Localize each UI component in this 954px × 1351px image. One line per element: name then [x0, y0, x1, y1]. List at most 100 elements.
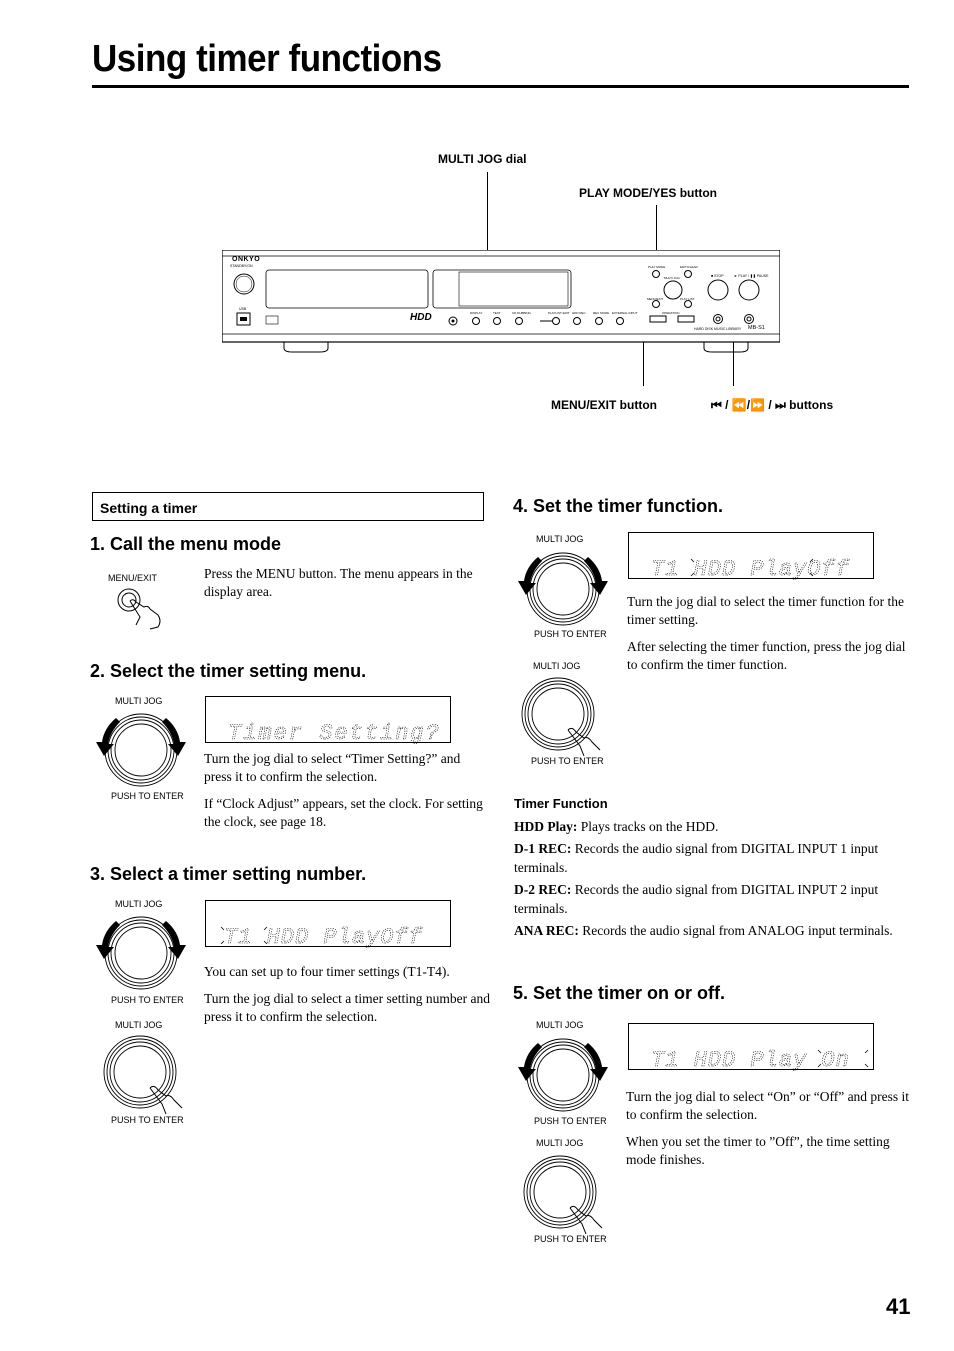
device-button-label: EXTERNAL INPUT: [612, 311, 638, 315]
lcd-string: Timer Setting?: [228, 721, 441, 744]
multi-jog-push-icon: [523, 1155, 603, 1235]
multi-jog-push-icon: [521, 677, 601, 757]
term: HDD Play:: [514, 819, 578, 834]
model-caption: HARD DISK MUSIC LIBRARY: [694, 327, 742, 331]
step-5-paragraph: When you set the timer to ”Off”, the tim…: [626, 1134, 890, 1167]
callout-play-mode-yes: PLAY MODE/YES button: [579, 186, 718, 200]
desc: Records the audio signal from ANALOG inp…: [578, 922, 893, 938]
step-2-text: Turn the jog dial to select “Timer Setti…: [204, 750, 486, 840]
step-3-text: You can set up to four timer settings (T…: [204, 963, 494, 1035]
lcd-display-timer-function: T1 HDD PlayOff: [628, 532, 874, 580]
lcd-text: T1 HDD Play On: [651, 1048, 869, 1071]
step-5-text: Turn the jog dial to select “On” or “Off…: [626, 1088, 916, 1178]
jog-label: MULTI JOG: [115, 899, 163, 909]
model-name: MB-S1: [748, 325, 765, 331]
multi-jog-rotate-icon: [96, 916, 186, 990]
timer-function-item: HDD Play: Plays tracks on the HDD.: [514, 817, 914, 837]
step-3-paragraph: Turn the jog dial to select a timer sett…: [204, 991, 490, 1024]
step-5-heading: 5. Set the timer on or off.: [513, 983, 726, 1003]
operation-label: OPERATION: [662, 311, 680, 315]
section-header-setting-a-timer: Setting a timer: [92, 492, 484, 521]
title-rule: [92, 85, 909, 88]
timer-function-item: ANA REC: Records the audio signal from A…: [514, 921, 914, 941]
usb-label: USB: [239, 307, 247, 311]
hdd-logo: HDD: [410, 312, 432, 323]
multi-jog-push-icon: [103, 1035, 183, 1115]
step-4-paragraph: Turn the jog dial to select the timer fu…: [627, 594, 904, 627]
lcd-display-timer-setting: Timer Setting?: [205, 696, 451, 744]
step-1-heading: 1. Call the menu mode: [90, 534, 282, 554]
multi-jog-label: MULTI JOG: [664, 276, 680, 280]
rotate-left-arrow-icon: [96, 921, 120, 959]
hand-press-icon: [569, 1205, 603, 1235]
step-4-heading: 4. Set the timer function.: [513, 496, 724, 516]
device-button-label: PLAYLIST EDIT: [548, 311, 570, 315]
rotate-right-arrow-icon: [162, 921, 186, 959]
section-heading: Setting a timer: [100, 500, 198, 516]
rotate-right-arrow-icon: [584, 1043, 608, 1081]
lcd-text: Timer Setting?: [228, 721, 441, 744]
step-1-text: Press the MENU button. The menu appears …: [204, 565, 484, 610]
lcd-display-timer-on-off: T1 HDD Play On: [628, 1023, 874, 1071]
term: ANA REC:: [514, 922, 579, 938]
step-1-paragraph: Press the MENU button. The menu appears …: [204, 566, 473, 599]
jog-caption: PUSH TO ENTER: [111, 995, 184, 1005]
device-button-label: CD DUBBING: [512, 311, 531, 315]
step-5-paragraph: Turn the jog dial to select “On” or “Off…: [626, 1089, 910, 1122]
device-button-label: REC MODE: [593, 311, 610, 315]
callout-menu-exit: MENU/EXIT button: [551, 398, 657, 412]
jog-caption: PUSH TO ENTER: [534, 1116, 607, 1126]
jog-label: MULTI JOG: [533, 661, 581, 671]
callout-skip-search: ⏮ / ⏪/⏩ / ⏭ buttons: [711, 398, 834, 412]
step-2-paragraph: If “Clock Adjust” appears, set the clock…: [204, 796, 483, 829]
step-2-paragraph: Turn the jog dial to select “Timer Setti…: [204, 751, 461, 784]
brand-logo: ONKYO: [232, 256, 261, 263]
step-4-paragraph: After selecting the timer function, pres…: [627, 639, 906, 672]
lcd-text: T1 HDD PlayOff: [651, 557, 850, 580]
play-list-label: PLAY LIST: [680, 297, 695, 301]
play-pause-label: ► PLAY / ❚❚ PAUSE: [734, 274, 769, 278]
hand-press-icon: [567, 727, 601, 757]
lcd-text: T1 HDD PlayOff: [220, 925, 422, 948]
step-3-paragraph: You can set up to four timer settings (T…: [204, 964, 450, 979]
lcd-string: T1 HDD PlayOff: [651, 557, 850, 580]
timer-function-list: HDD Play: Plays tracks on the HDD. D-1 R…: [514, 817, 914, 942]
jog-label: MULTI JOG: [536, 1020, 584, 1030]
multi-jog-rotate-icon: [518, 1038, 608, 1112]
jog-caption: PUSH TO ENTER: [534, 629, 607, 639]
device-button-label: DISPLAY: [470, 311, 483, 315]
jog-label: MULTI JOG: [536, 1138, 584, 1148]
page-number: 41: [886, 1294, 911, 1319]
timer-function-item: D-2 REC: Records the audio signal from D…: [514, 880, 914, 919]
stop-label: ■ STOP: [711, 274, 724, 278]
device-front-panel: ONKYO STANDBY/ON USB HDD DISPLAY TEXT CD…: [221, 249, 781, 353]
timer-function-item: D-1 REC: Records the audio signal from D…: [514, 839, 914, 878]
jog-caption: PUSH TO ENTER: [111, 791, 184, 801]
step-4-text: Turn the jog dial to select the timer fu…: [627, 593, 917, 683]
rotate-left-arrow-icon: [96, 718, 120, 756]
menu-exit-icon-label: MENU/EXIT: [108, 573, 158, 583]
standby-label: STANDBY/ON: [230, 264, 253, 268]
jog-label: MULTI JOG: [115, 696, 163, 706]
press-button-icon: [117, 588, 161, 630]
jog-caption: PUSH TO ENTER: [534, 1234, 607, 1244]
jog-caption: PUSH TO ENTER: [111, 1115, 184, 1125]
rotate-right-arrow-icon: [584, 557, 608, 595]
term: D-2 REC:: [514, 881, 572, 897]
menu-exit-label: MENU/EXIT: [647, 297, 664, 301]
rotate-left-arrow-icon: [518, 557, 542, 595]
edit-clear-label: EDIT/CLEAR: [680, 265, 698, 269]
multi-jog-rotate-icon: [96, 713, 186, 787]
step-3-heading: 3. Select a timer setting number.: [90, 864, 367, 884]
term: D-1 REC:: [514, 840, 572, 856]
device-button-label: HDD REC: [572, 311, 586, 315]
step-2-heading: 2. Select the timer setting menu.: [90, 661, 367, 681]
rotate-left-arrow-icon: [518, 1043, 542, 1081]
multi-jog-rotate-icon: [518, 552, 608, 626]
lcd-string: T1 HDD Play On: [651, 1048, 850, 1071]
jog-label: MULTI JOG: [115, 1020, 163, 1030]
timer-function-heading: Timer Function: [514, 796, 608, 811]
rotate-right-arrow-icon: [162, 718, 186, 756]
hand-press-icon: [149, 1085, 183, 1115]
page-title: Using timer functions: [92, 38, 442, 80]
